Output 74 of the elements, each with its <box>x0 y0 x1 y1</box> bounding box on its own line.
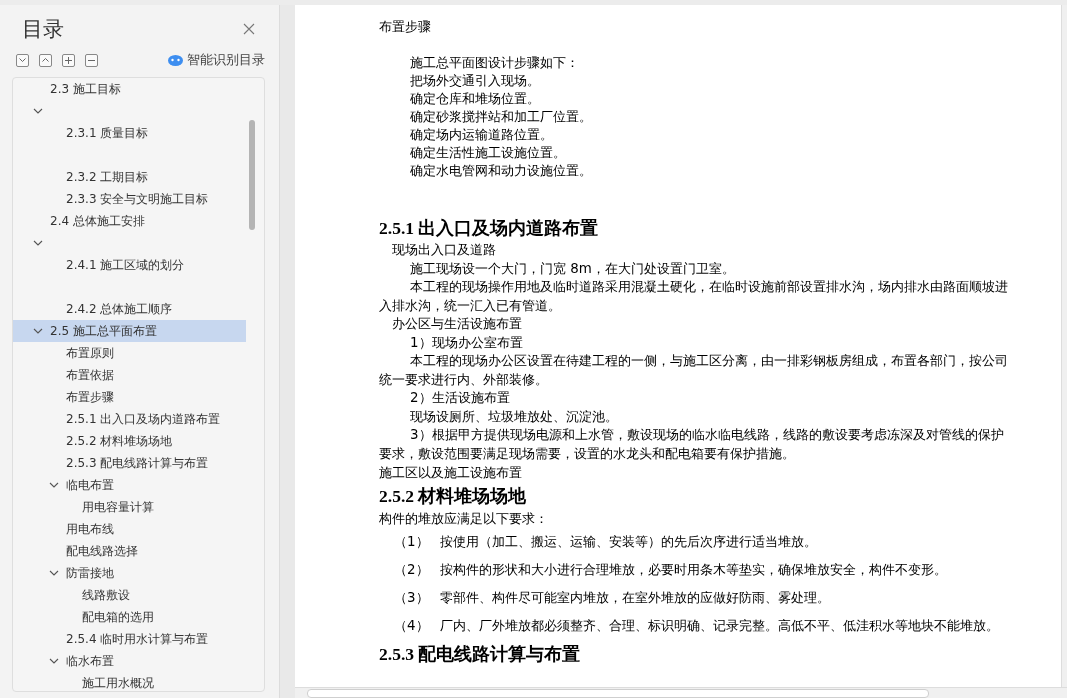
toc-item[interactable]: 2.3.2 工期目标 <box>66 166 149 188</box>
chevron-icon[interactable] <box>33 328 43 334</box>
toc-item[interactable]: 防雷接地 <box>66 562 114 584</box>
list-text: 零部件、构件尽可能室内堆放，在室外堆放的应做好防雨、雾处理。 <box>440 589 831 607</box>
toc-item[interactable]: 施工用水概况 <box>82 672 154 691</box>
paragraph: 本工程的现场办公区设置在待建工程的一侧，与施工区分离，由一排彩钢板房组成，布置各部门，按公司统一要求进行内、外部装修。 <box>379 352 1009 389</box>
paragraph: 2）生活设施布置 <box>409 389 511 407</box>
step-line: 确定水电管网和动力设施位置。 <box>410 162 593 180</box>
list-text: 厂内、厂外堆放都必须整齐、合理、标识明确、记录完整。高低不平、低洼积水等地块不能堆放。 <box>440 617 1000 635</box>
toc-item[interactable]: 2.5.4 临时用水计算与布置 <box>66 628 209 650</box>
chevron-icon[interactable] <box>49 658 59 664</box>
section-heading: 2.5.2 材料堆场场地 <box>379 485 528 508</box>
toc-item[interactable]: 2.4.1 施工区域的划分 <box>66 254 185 276</box>
step-line: 把场外交通引入现场。 <box>410 72 541 90</box>
chevron-up-icon <box>42 58 49 62</box>
paragraph: 施工现场设一个大门，门宽 8m，在大门处设置门卫室。 <box>409 259 736 278</box>
minus-button[interactable] <box>85 53 98 67</box>
body-text: 施工区以及施工设施布置 <box>379 464 523 482</box>
subheading: 现场出入口及道路 <box>392 241 497 259</box>
toc-item[interactable]: 2.5.3 配电线路计算与布置 <box>66 452 209 474</box>
plus-button[interactable] <box>62 53 75 67</box>
toc-item[interactable]: 临电布置 <box>66 474 114 496</box>
toc-item[interactable]: 线路敷设 <box>82 584 130 606</box>
toc-item[interactable]: 2.5.1 出入口及场内道路布置 <box>66 408 221 430</box>
expand-all-button[interactable] <box>16 53 29 67</box>
horizontal-scrollbar[interactable] <box>295 687 1067 698</box>
step-line: 确定生活性施工设施位置。 <box>410 144 567 162</box>
chevron-icon[interactable] <box>49 570 59 576</box>
step-line: 确定仓库和堆场位置。 <box>410 90 541 108</box>
toc-item-highlight[interactable]: 2.5 施工总平面布置 <box>13 320 246 342</box>
body-text: 布置步骤 <box>379 18 432 36</box>
toc-item[interactable]: 用电容量计算 <box>82 496 154 518</box>
toc-item[interactable]: 2.5 施工总平面布置 <box>50 320 157 342</box>
list-text: 按构件的形状和大小进行合理堆放，必要时用条木等垫实，确保堆放安全，构件不变形。 <box>440 561 948 579</box>
step-line: 确定砂浆搅拌站和加工厂位置。 <box>410 108 593 126</box>
chevron-icon[interactable] <box>33 240 43 246</box>
chevron-down-icon <box>19 58 26 62</box>
list-number: （2） <box>393 561 430 579</box>
cloud-icon <box>168 54 183 66</box>
plus-icon <box>65 56 72 64</box>
section-heading: 2.5.3 配电线路计算与布置 <box>379 643 582 666</box>
paragraph: 现场设厕所、垃圾堆放处、沉淀池。 <box>409 407 619 426</box>
subheading: 办公区与生活设施布置 <box>392 315 523 333</box>
paragraph: 本工程的现场操作用地及临时道路采用混凝土硬化，在临时设施前部设置排水沟，场内排水由路面顺坡进入排水沟，统一汇入已有管道。 <box>379 278 1009 315</box>
toc-item[interactable]: 布置步骤 <box>66 386 114 408</box>
panel-title: 目录 <box>22 16 64 43</box>
toc-item[interactable]: 配电线路选择 <box>66 540 138 562</box>
toc-item[interactable]: 2.3.3 安全与文明施工目标 <box>66 188 209 210</box>
paragraph: 1）现场办公室布置 <box>409 333 524 352</box>
toc-item[interactable]: 2.3.1 质量目标 <box>66 122 149 144</box>
smart-toc-button[interactable]: 智能识别目录 <box>168 51 265 69</box>
section-heading: 2.5.1 出入口及场内道路布置 <box>379 217 600 240</box>
close-button[interactable] <box>241 21 257 37</box>
toc-item[interactable]: 2.4 总体施工安排 <box>50 210 145 232</box>
list-number: （1） <box>393 533 430 551</box>
list-text: 按使用（加工、搬运、运输、安装等）的先后次序进行适当堆放。 <box>440 533 818 551</box>
toc-item[interactable]: 配电箱的选用 <box>82 606 154 628</box>
toc-item[interactable]: 临水布置 <box>66 650 114 672</box>
chevron-icon[interactable] <box>33 108 43 114</box>
list-number: （3） <box>393 589 430 607</box>
toc-item[interactable]: 2.3 施工目标 <box>50 78 121 100</box>
paragraph: 3）根据甲方提供现场电源和上水管，敷设现场的临水临电线路，线路的敷设要考虑冻深及对管线的保护要求，敷设范围要满足现场需要，设置的水龙头和配电箱要有保护措施。 <box>379 426 1005 463</box>
body-text: 构件的堆放应满足以下要求： <box>379 510 549 528</box>
scrollbar-thumb[interactable] <box>249 120 255 230</box>
toc-item[interactable]: 2.5.2 材料堆场场地 <box>66 430 173 452</box>
collapse-all-button[interactable] <box>39 53 52 67</box>
chevron-icon[interactable] <box>49 482 59 488</box>
toc-item[interactable]: 布置原则 <box>66 342 114 364</box>
step-line: 施工总平面图设计步骤如下： <box>410 54 580 72</box>
toc-item[interactable]: 布置依据 <box>66 364 114 386</box>
toc-item[interactable]: 用电布线 <box>66 518 114 540</box>
step-line: 确定场内运输道路位置。 <box>410 126 554 144</box>
toc-item[interactable]: 2.4.2 总体施工顺序 <box>66 298 173 320</box>
list-number: （4） <box>393 617 430 635</box>
